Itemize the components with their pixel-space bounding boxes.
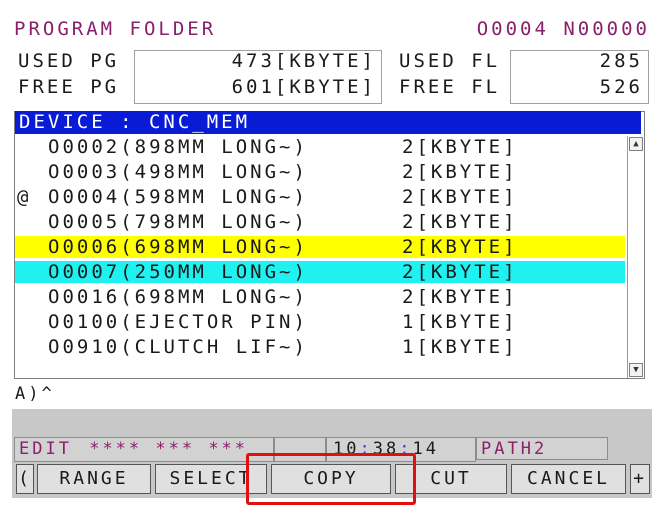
program-size: 1[KBYTE] — [402, 336, 518, 358]
program-row[interactable]: O0100(EJECTOR PIN) 1[KBYTE] — [15, 311, 625, 333]
program-row[interactable]: O0910(CLUTCH LIF~) 1[KBYTE] — [15, 336, 625, 358]
program-size: 2[KBYTE] — [402, 286, 518, 308]
program-row[interactable]: O0007(250MM LONG~) 2[KBYTE] — [15, 261, 625, 283]
program-size: 2[KBYTE] — [402, 136, 518, 158]
device-header: DEVICE : CNC_MEM — [15, 111, 641, 134]
program-row[interactable]: O0003(498MM LONG~) 2[KBYTE] — [15, 161, 625, 183]
used-pg-label: USED PG — [18, 50, 120, 72]
used-pg-value: 473[KBYTE] — [231, 50, 376, 72]
program-name: O0004(598MM LONG~) — [48, 186, 308, 208]
message-area — [12, 409, 652, 435]
program-size: 2[KBYTE] — [402, 186, 518, 208]
program-name: O0016(698MM LONG~) — [48, 286, 308, 308]
free-fl-label: FREE FL — [399, 76, 501, 98]
program-row[interactable]: O0006(698MM LONG~) 2[KBYTE] — [15, 236, 625, 258]
current-program-id: O0004 N00000 — [476, 18, 650, 40]
mode-stars: **** *** *** — [89, 439, 249, 459]
free-fl-value: 526 — [599, 76, 643, 98]
softkey-prev-button[interactable]: ( — [16, 464, 34, 494]
used-fl-value: 285 — [599, 50, 643, 72]
scroll-up-icon[interactable]: ▲ — [629, 137, 643, 151]
used-fl-label: USED FL — [399, 50, 501, 72]
program-row[interactable]: O0002(898MM LONG~) 2[KBYTE] — [15, 136, 625, 158]
program-name: O0910(CLUTCH LIF~) — [48, 336, 308, 358]
clock-seconds: 14 — [412, 439, 439, 459]
program-name: O0007(250MM LONG~) — [48, 261, 308, 283]
program-size: 2[KBYTE] — [402, 261, 518, 283]
copy-highlight-box — [246, 453, 416, 505]
program-row[interactable]: @ O0004(598MM LONG~) 2[KBYTE] — [15, 186, 625, 208]
program-name: O0002(898MM LONG~) — [48, 136, 308, 158]
program-size: 2[KBYTE] — [402, 161, 518, 183]
key-input-line[interactable]: A)^ — [15, 384, 55, 404]
current-program-marker: @ — [17, 186, 32, 208]
mode-label: EDIT — [19, 439, 72, 459]
program-name: O0005(798MM LONG~) — [48, 211, 308, 233]
program-row[interactable]: O0005(798MM LONG~) 2[KBYTE] — [15, 211, 625, 233]
mode-status: EDIT **** *** *** — [14, 437, 274, 462]
program-size: 2[KBYTE] — [402, 236, 518, 258]
free-pg-label: FREE PG — [18, 76, 120, 98]
program-name: O0100(EJECTOR PIN) — [48, 311, 308, 333]
program-row[interactable]: O0016(698MM LONG~) 2[KBYTE] — [15, 286, 625, 308]
program-size: 1[KBYTE] — [402, 311, 518, 333]
program-name: O0006(698MM LONG~) — [48, 236, 308, 258]
softkey-range-button[interactable]: RANGE — [37, 464, 151, 494]
program-name: O0003(498MM LONG~) — [48, 161, 308, 183]
scroll-down-icon[interactable]: ▼ — [629, 363, 643, 377]
free-pg-value: 601[KBYTE] — [231, 76, 376, 98]
program-size: 2[KBYTE] — [402, 211, 518, 233]
list-scrollbar[interactable]: ▲ ▼ — [627, 136, 643, 378]
softkey-cancel-button[interactable]: CANCEL — [511, 464, 626, 494]
path-indicator: PATH2 — [476, 437, 608, 460]
screen-title: PROGRAM FOLDER — [14, 18, 217, 40]
softkey-next-button[interactable]: + — [630, 464, 650, 494]
